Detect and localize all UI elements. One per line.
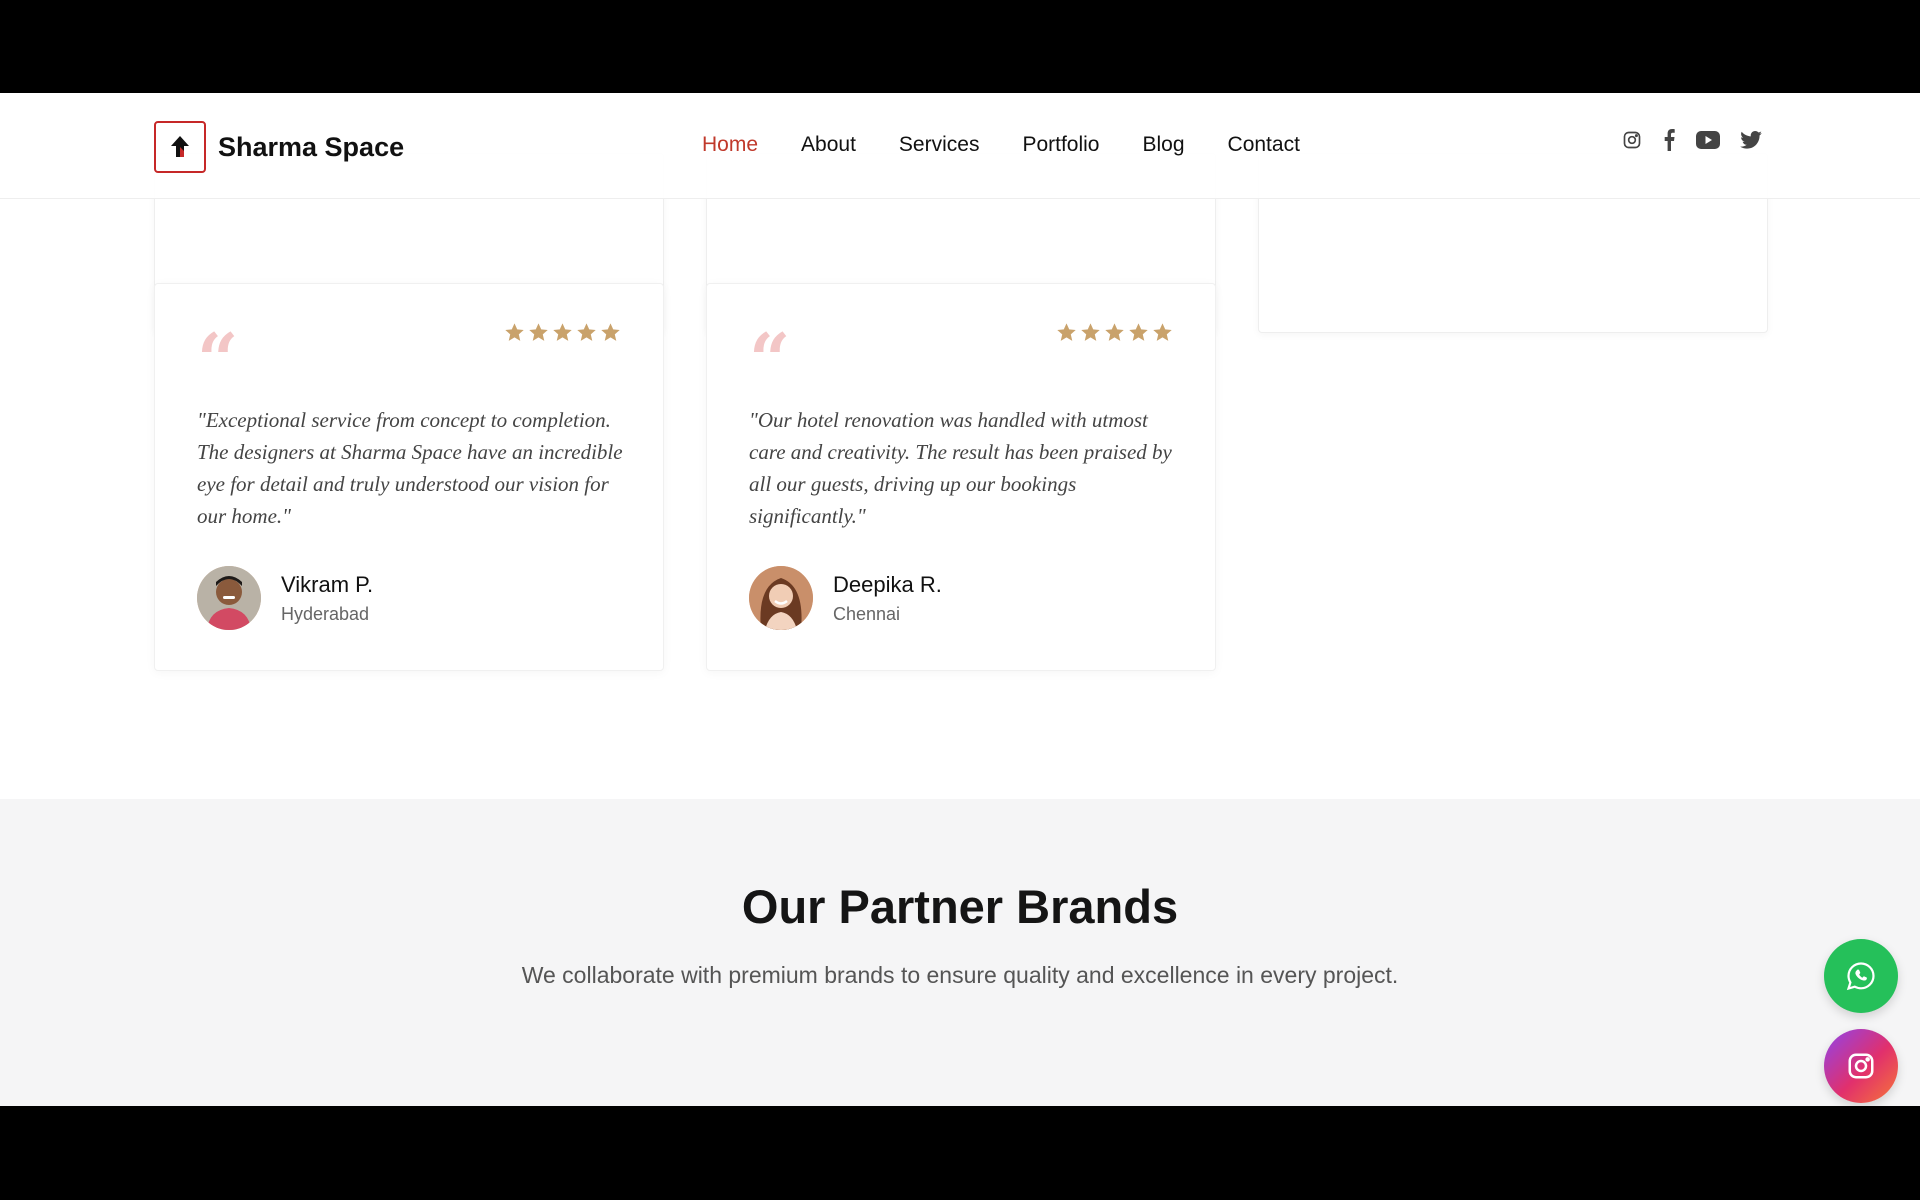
- star-icon: [1057, 323, 1076, 341]
- rating-stars: [1053, 322, 1173, 343]
- star-icon: [601, 323, 620, 341]
- star-icon: [529, 323, 548, 341]
- site-header: Sharma Space Home About Services Portfol…: [0, 93, 1920, 199]
- testimonial-text: "Exceptional service from concept to com…: [197, 408, 623, 528]
- star-icon: [1129, 323, 1148, 341]
- twitter-icon[interactable]: [1740, 131, 1762, 149]
- testimonial-author: Deepika R. Chennai: [749, 566, 942, 630]
- avatar: [749, 566, 813, 630]
- youtube-icon[interactable]: [1696, 131, 1720, 149]
- nav-blog[interactable]: Blog: [1143, 131, 1185, 159]
- instagram-icon[interactable]: [1622, 130, 1642, 150]
- author-name: Vikram P.: [281, 571, 374, 597]
- testimonial-card: “ "Our hotel renovation was handled with…: [706, 283, 1216, 671]
- nav-about[interactable]: About: [801, 131, 856, 159]
- avatar: [197, 566, 261, 630]
- author-city: Chennai: [833, 603, 901, 624]
- instagram-float-button[interactable]: [1824, 1029, 1898, 1103]
- page-viewport: Sharma Space Home About Services Portfol…: [0, 93, 1920, 1106]
- nav-contact[interactable]: Contact: [1228, 131, 1300, 159]
- social-links: [1622, 129, 1782, 151]
- author-name: Deepika R.: [833, 571, 942, 597]
- star-icon: [1153, 323, 1172, 341]
- quote-icon: “: [197, 317, 239, 402]
- star-icon: [1081, 323, 1100, 341]
- facebook-icon[interactable]: [1662, 129, 1676, 151]
- star-icon: [1105, 323, 1124, 341]
- whatsapp-icon: [1846, 962, 1875, 991]
- nav-portfolio[interactable]: Portfolio: [1022, 131, 1099, 159]
- author-city: Hyderabad: [281, 603, 370, 624]
- rating-stars: [501, 322, 621, 343]
- logo[interactable]: Sharma Space: [154, 121, 404, 173]
- partner-brands-section: Our Partner Brands We collaborate with p…: [0, 799, 1920, 1106]
- testimonial-author: Vikram P. Hyderabad: [197, 566, 373, 630]
- whatsapp-button[interactable]: [1824, 939, 1898, 1013]
- testimonial-text: "Our hotel renovation was handled with u…: [749, 408, 1172, 528]
- instagram-icon: [1848, 1053, 1874, 1079]
- star-icon: [505, 323, 524, 341]
- nav-services[interactable]: Services: [899, 131, 980, 159]
- section-title: Our Partner Brands: [741, 880, 1179, 933]
- section-subtitle: We collaborate with premium brands to en…: [521, 962, 1399, 988]
- quote-icon: “: [749, 317, 791, 402]
- nav-home[interactable]: Home: [702, 131, 758, 159]
- testimonial-card: “ "Exceptional service from concept to c…: [154, 283, 664, 671]
- star-icon: [577, 323, 596, 341]
- logo-icon: [154, 121, 206, 173]
- main-nav: Home About Services Portfolio Blog Conta…: [702, 131, 1343, 159]
- brand-name: Sharma Space: [218, 131, 405, 162]
- star-icon: [553, 323, 572, 341]
